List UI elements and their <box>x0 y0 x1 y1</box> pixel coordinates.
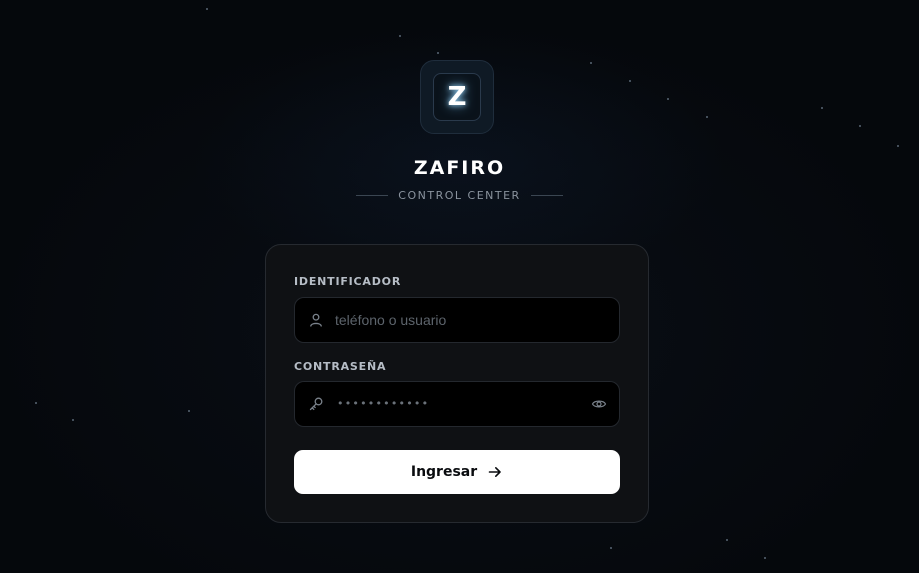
star <box>706 116 708 118</box>
login-button[interactable]: Ingresar <box>294 450 620 494</box>
star <box>610 547 612 549</box>
star <box>859 125 861 127</box>
identifier-input[interactable] <box>335 298 605 342</box>
star <box>399 35 401 37</box>
star <box>629 80 631 82</box>
app-logo: Z <box>420 60 494 134</box>
password-label: CONTRASEÑA <box>294 360 387 373</box>
user-icon <box>310 313 322 327</box>
star <box>897 145 899 147</box>
star <box>206 8 208 10</box>
identifier-label: IDENTIFICADOR <box>294 275 402 288</box>
eye-icon[interactable] <box>591 396 607 412</box>
key-icon <box>309 397 323 411</box>
logo-badge: Z <box>433 73 481 121</box>
star <box>590 62 592 64</box>
login-button-label: Ingresar <box>410 464 478 480</box>
star <box>821 107 823 109</box>
divider-line-right <box>530 195 563 196</box>
password-field[interactable]: •••••••••••• <box>294 381 620 427</box>
app-title: ZAFIRO <box>413 157 506 179</box>
login-page: Z ZAFIRO CONTROL CENTER IDENTIFICADOR CO… <box>0 0 919 573</box>
password-input[interactable]: •••••••••••• <box>337 397 429 410</box>
star <box>726 539 728 541</box>
star <box>72 419 74 421</box>
star <box>764 557 766 559</box>
star <box>188 410 190 412</box>
app-subtitle: CONTROL CENTER <box>0 189 919 202</box>
divider-line-left <box>356 195 389 196</box>
identifier-field[interactable] <box>294 297 620 343</box>
app-subtitle-text: CONTROL CENTER <box>398 189 521 202</box>
star <box>437 52 439 54</box>
star <box>35 402 37 404</box>
star <box>667 98 669 100</box>
arrow-right-icon <box>488 467 501 477</box>
logo-letter: Z <box>447 82 467 112</box>
login-card: IDENTIFICADOR CONTRASEÑA •••••••••••• In… <box>265 244 649 523</box>
